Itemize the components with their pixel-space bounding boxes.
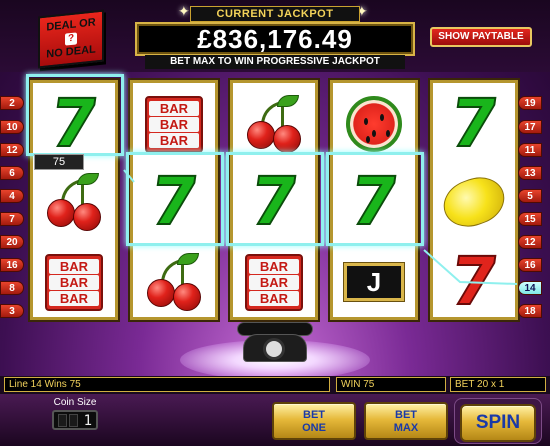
- coin-size-selector[interactable]: 1: [52, 410, 98, 430]
- payline-marker-13[interactable]: 13: [518, 166, 542, 180]
- bet-display: BET 20 x 1: [450, 377, 546, 392]
- slot-game: DEAL OR ? NO DEAL ✦ ✦ CURRENT JACKPOT £8…: [0, 0, 550, 446]
- payline-marker-12[interactable]: 12: [518, 235, 542, 249]
- payline-marker-2[interactable]: 2: [0, 96, 24, 110]
- payline-marker-3[interactable]: 3: [0, 304, 24, 318]
- coin-size-label: Coin Size: [53, 397, 97, 408]
- line-win-bubble: 75: [34, 154, 84, 170]
- payline-marker-10[interactable]: 10: [0, 120, 24, 134]
- banker-phone-icon: [237, 320, 313, 362]
- payline-marker-19[interactable]: 19: [518, 96, 542, 110]
- payline-marker-8[interactable]: 8: [0, 281, 24, 295]
- payline-marker-16[interactable]: 16: [518, 258, 542, 272]
- payline-marker-4[interactable]: 4: [0, 189, 24, 203]
- bet-max-button[interactable]: BET MAX: [364, 402, 448, 440]
- payline-marker-7[interactable]: 7: [0, 212, 24, 226]
- spin-button[interactable]: SPIN: [460, 404, 536, 442]
- line-win-display: Line 14 Wins 75: [4, 377, 330, 392]
- payline-marker-16[interactable]: 16: [0, 258, 24, 272]
- payline-marker-6[interactable]: 6: [0, 166, 24, 180]
- win-display: WIN 75: [336, 377, 446, 392]
- payline-marker-11[interactable]: 11: [518, 143, 542, 157]
- payline-marker-20[interactable]: 20: [0, 235, 24, 249]
- coin-size-value: 1: [83, 413, 92, 429]
- payline-marker-12[interactable]: 12: [0, 143, 24, 157]
- payline-marker-18[interactable]: 18: [518, 304, 542, 318]
- bet-one-button[interactable]: BET ONE: [272, 402, 356, 440]
- payline-marker-14[interactable]: 14: [518, 281, 542, 295]
- payline-marker-5[interactable]: 5: [518, 189, 542, 203]
- payline-marker-17[interactable]: 17: [518, 120, 542, 134]
- payline-marker-15[interactable]: 15: [518, 212, 542, 226]
